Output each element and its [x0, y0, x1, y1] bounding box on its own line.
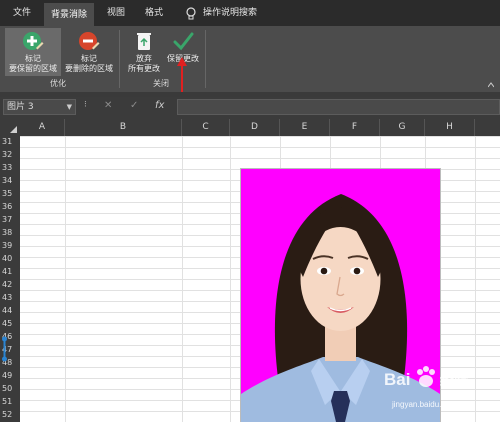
row-header[interactable]: 34: [0, 175, 20, 186]
checkmark-icon: [173, 32, 194, 51]
mark-remove-button[interactable]: 标记 要删除的区域: [62, 28, 116, 76]
row-header[interactable]: 32: [0, 149, 20, 160]
row-header[interactable]: 52: [0, 409, 20, 420]
group-refine-label: 优化: [50, 79, 66, 88]
mark-keep-button[interactable]: 标记 要保留的区域: [5, 28, 61, 76]
ribbon-tab-bar: 文件 背景消除 视图 格式 操作说明搜索: [0, 0, 500, 26]
chevron-down-icon[interactable]: ▼: [67, 100, 72, 114]
name-box[interactable]: 图片 3 ▼: [3, 99, 76, 115]
row-header[interactable]: 35: [0, 188, 20, 199]
baidu-watermark: Bai 经验 jingyan.baidu.com: [384, 364, 494, 418]
column-header[interactable]: E: [280, 119, 330, 136]
row-header[interactable]: 38: [0, 227, 20, 238]
more-options-icon[interactable]: ⁝: [84, 100, 87, 110]
tab-background-removal[interactable]: 背景消除: [44, 3, 94, 26]
row-header[interactable]: 44: [0, 305, 20, 316]
insert-function-icon[interactable]: fx: [155, 100, 164, 111]
row-header[interactable]: 37: [0, 214, 20, 225]
discard-changes-button[interactable]: 放弃 所有更改: [124, 28, 164, 76]
column-header[interactable]: H: [425, 119, 475, 136]
column-header[interactable]: G: [380, 119, 425, 136]
row-header[interactable]: 42: [0, 279, 20, 290]
mark-keep-label-2: 要保留的区域: [9, 64, 57, 73]
column-header[interactable]: A: [20, 119, 65, 136]
row-header[interactable]: 41: [0, 266, 20, 277]
row-header[interactable]: 43: [0, 292, 20, 303]
formula-bar: 图片 3 ▼ ⁝ ✕ ✓ fx: [0, 97, 500, 119]
column-header[interactable]: F: [330, 119, 380, 136]
row-header[interactable]: 51: [0, 396, 20, 407]
cancel-icon[interactable]: ✕: [104, 100, 112, 111]
lightbulb-icon[interactable]: [185, 7, 197, 21]
column-header[interactable]: C: [182, 119, 230, 136]
row-header[interactable]: 31: [0, 136, 20, 147]
collapse-ribbon-icon[interactable]: [488, 82, 494, 88]
mark-remove-label-2: 要删除的区域: [65, 64, 113, 73]
tell-me-search[interactable]: 操作说明搜索: [201, 3, 259, 26]
watermark-brand: Bai: [384, 370, 411, 389]
select-all-corner[interactable]: [0, 119, 20, 136]
name-box-value: 图片 3: [7, 102, 34, 112]
selection-marker: [2, 336, 7, 362]
mark-remove-label-1: 标记: [81, 54, 97, 63]
minus-pencil-icon: [79, 32, 100, 50]
column-header[interactable]: B: [65, 119, 182, 136]
paw-icon: [417, 366, 435, 387]
group-close-label: 关闭: [153, 79, 169, 88]
row-headers: 31 32 33 34 35 36 37 38 39 40 41 42 43 4…: [0, 136, 20, 422]
row-header[interactable]: 49: [0, 370, 20, 381]
discard-label-1: 放弃: [136, 54, 152, 63]
column-header[interactable]: D: [230, 119, 280, 136]
plus-pencil-icon: [23, 32, 44, 50]
row-header[interactable]: 39: [0, 240, 20, 251]
column-headers: A B C D E F G H: [0, 119, 500, 136]
row-header[interactable]: 33: [0, 162, 20, 173]
recycle-bin-icon: [137, 33, 151, 50]
tab-view[interactable]: 视图: [98, 3, 134, 26]
formula-input[interactable]: [177, 99, 500, 115]
mark-keep-label-1: 标记: [25, 54, 41, 63]
group-separator: [119, 30, 120, 88]
discard-label-2: 所有更改: [128, 64, 160, 73]
row-header[interactable]: 50: [0, 383, 20, 394]
watermark-url: jingyan.baidu.com: [392, 400, 457, 409]
watermark-brand-suffix: 经验: [440, 372, 468, 388]
enter-icon[interactable]: ✓: [130, 100, 138, 111]
tab-file[interactable]: 文件: [4, 3, 40, 26]
row-header[interactable]: 40: [0, 253, 20, 264]
row-header[interactable]: 36: [0, 201, 20, 212]
ribbon: 标记 要保留的区域 标记 要删除的区域 优化 放弃 所有更改 保留更改 关闭: [0, 26, 500, 92]
row-header[interactable]: 45: [0, 318, 20, 329]
group-separator: [205, 30, 206, 88]
tab-format[interactable]: 格式: [136, 3, 172, 26]
